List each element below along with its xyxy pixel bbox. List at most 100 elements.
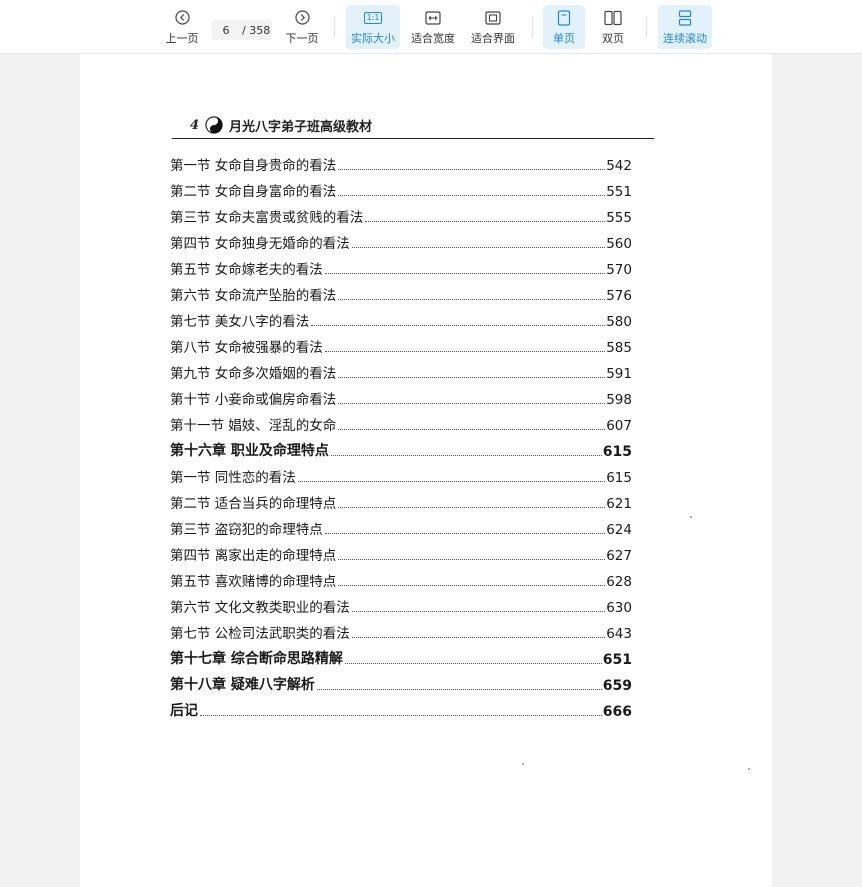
toc-section-row[interactable]: 第四节 离家出走的命理特点 627	[170, 540, 632, 566]
toc-chapter-row[interactable]: 第十六章 职业及命理特点 615	[170, 436, 632, 462]
toc-entry-page: 659	[602, 678, 632, 694]
toc-section-row[interactable]: 第十节 小妾命或偏房命看法 598	[170, 384, 632, 410]
toc-section-row[interactable]: 第七节 公检司法武职类的看法 643	[170, 618, 632, 644]
page-header: 4 月光八字弟子班高级教材	[172, 112, 654, 139]
table-of-contents: 第一节 女命自身贵命的看法 542 第二节 女命自身富命的看法 551 第三节 女命夫富…	[170, 150, 632, 722]
toc-section-row[interactable]: 第一节 同性恋的看法 615	[170, 462, 632, 488]
toc-entry-label: 第六节 女命流产坠胎的看法	[170, 288, 337, 304]
toc-leader-dots	[338, 559, 606, 560]
toc-chapter-row[interactable]: 第十七章 综合断命思路精解 651	[170, 644, 632, 670]
toc-entry-label: 第四节 离家出走的命理特点	[170, 548, 337, 564]
toc-entry-page: 585	[606, 340, 632, 356]
fit-width-label: 适合宽度	[411, 31, 455, 45]
prev-page-label: 上一页	[165, 31, 199, 45]
toc-section-row[interactable]: 第四节 女命独身无婚命的看法 560	[170, 228, 632, 254]
toc-entry-page: 628	[606, 574, 632, 590]
toc-section-row[interactable]: 第一节 女命自身贵命的看法 542	[170, 150, 632, 176]
toc-entry-label: 第七节 美女八字的看法	[170, 314, 310, 330]
next-page-label: 下一页	[285, 31, 319, 45]
toc-leader-dots	[338, 169, 606, 170]
scan-speck	[522, 763, 524, 765]
viewer-toolbar: 上一页 / 358 下一页 1:1 实际大小 适合宽度 适合界面 单页	[0, 0, 862, 54]
actual-size-icon: 1:1	[363, 9, 383, 27]
toc-entry-label: 第一节 女命自身贵命的看法	[170, 158, 337, 174]
toolbar-divider	[532, 16, 533, 38]
actual-size-button[interactable]: 1:1 实际大小	[346, 5, 400, 49]
scan-speck	[748, 768, 750, 770]
toc-entry-label: 第十八章 疑难八字解析	[170, 677, 315, 693]
toc-entry-label: 第十七章 综合断命思路精解	[170, 651, 343, 667]
double-page-button[interactable]: 双页	[592, 5, 634, 49]
toc-entry-label: 第七节 公检司法武职类的看法	[170, 626, 350, 642]
toc-entry-page: 651	[602, 652, 632, 668]
toc-entry-label: 第九节 女命多次婚姻的看法	[170, 366, 337, 382]
fit-page-icon	[485, 9, 501, 27]
toc-section-row[interactable]: 第六节 文化文教类职业的看法 630	[170, 592, 632, 618]
toc-entry-label: 第二节 适合当兵的命理特点	[170, 496, 337, 512]
toc-entry-page: 666	[602, 704, 632, 720]
toc-entry-page: 551	[606, 184, 632, 200]
toc-leader-dots	[316, 689, 602, 690]
toc-section-row[interactable]: 第七节 美女八字的看法 580	[170, 306, 632, 332]
prev-page-button[interactable]: 上一页	[160, 5, 204, 49]
fit-width-button[interactable]: 适合宽度	[406, 5, 460, 49]
toc-leader-dots	[338, 585, 606, 586]
toc-section-row[interactable]: 第五节 喜欢赌博的命理特点 628	[170, 566, 632, 592]
page-indicator: / 358	[212, 20, 272, 40]
toc-leader-dots	[324, 533, 606, 534]
toc-entry-label: 第十六章 职业及命理特点	[170, 443, 329, 459]
continuous-scroll-icon	[678, 9, 692, 27]
actual-size-label: 实际大小	[351, 31, 395, 45]
toc-entry-label: 第四节 女命独身无婚命的看法	[170, 236, 350, 252]
toc-entry-label: 第十节 小妾命或偏房命看法	[170, 392, 337, 408]
toc-entry-label: 第三节 女命夫富贵或贫贱的看法	[170, 210, 364, 226]
toc-entry-label: 第五节 喜欢赌博的命理特点	[170, 574, 337, 590]
toc-entry-page: 580	[606, 314, 632, 330]
current-page-input[interactable]	[214, 23, 238, 37]
toc-leader-dots	[324, 351, 606, 352]
toc-leader-dots	[351, 637, 606, 638]
toc-entry-label: 第一节 同性恋的看法	[170, 470, 296, 486]
toc-leader-dots	[351, 247, 606, 248]
toc-section-row[interactable]: 第五节 女命嫁老夫的看法 570	[170, 254, 632, 280]
scan-speck	[690, 516, 692, 518]
toc-section-row[interactable]: 第六节 女命流产坠胎的看法 576	[170, 280, 632, 306]
toc-entry-page: 570	[606, 262, 632, 278]
double-page-icon	[604, 9, 622, 27]
chevron-right-circle-icon	[294, 9, 310, 27]
page-number: 4	[190, 117, 200, 133]
toc-entry-page: 607	[606, 418, 632, 434]
toc-entry-page: 615	[602, 444, 632, 460]
toc-section-row[interactable]: 第三节 盗窃犯的命理特点 624	[170, 514, 632, 540]
toc-section-row[interactable]: 第二节 适合当兵的命理特点 621	[170, 488, 632, 514]
toc-chapter-row[interactable]: 后记 666	[170, 696, 632, 722]
toc-entry-page: 643	[606, 626, 632, 642]
toc-entry-page: 598	[606, 392, 632, 408]
toc-leader-dots	[338, 377, 606, 378]
fit-page-button[interactable]: 适合界面	[466, 5, 520, 49]
single-page-button[interactable]: 单页	[543, 5, 585, 49]
toc-entry-page: 576	[606, 288, 632, 304]
toc-section-row[interactable]: 第三节 女命夫富贵或贫贱的看法 555	[170, 202, 632, 228]
toc-leader-dots	[338, 299, 606, 300]
single-page-icon	[557, 9, 571, 27]
chevron-left-circle-icon	[174, 9, 190, 27]
toc-leader-dots	[338, 195, 606, 196]
toc-section-row[interactable]: 第二节 女命自身富命的看法 551	[170, 176, 632, 202]
toc-entry-page: 560	[606, 236, 632, 252]
toc-entry-label: 第十一节 娼妓、淫乱的女命	[170, 418, 337, 434]
fit-width-icon	[425, 9, 441, 27]
toc-section-row[interactable]: 第九节 女命多次婚姻的看法 591	[170, 358, 632, 384]
toc-entry-label: 后记	[170, 703, 198, 719]
toc-entry-page: 627	[606, 548, 632, 564]
next-page-button[interactable]: 下一页	[280, 5, 324, 49]
total-pages: / 358	[242, 23, 271, 37]
toc-leader-dots	[330, 455, 602, 456]
toc-chapter-row[interactable]: 第十八章 疑难八字解析 659	[170, 670, 632, 696]
toc-leader-dots	[200, 715, 602, 716]
toc-leader-dots	[338, 507, 606, 508]
double-page-label: 双页	[602, 31, 624, 45]
toc-section-row[interactable]: 第十一节 娼妓、淫乱的女命 607	[170, 410, 632, 436]
toc-section-row[interactable]: 第八节 女命被强暴的看法 585	[170, 332, 632, 358]
continuous-scroll-button[interactable]: 连续滚动	[658, 5, 712, 49]
